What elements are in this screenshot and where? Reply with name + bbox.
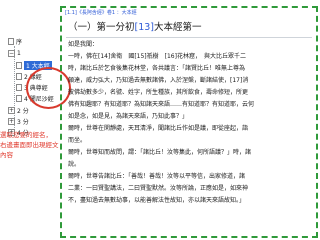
paragraph: 不，盡知過去無數劫事，以能善解法性故知，亦以諸天來語故知。」 [68, 197, 246, 204]
paragraph: 爾時，世尊在閑靜處，天耳清淨，聞諸比丘作如是議，即從座起，詣 [68, 125, 249, 132]
tree-item-3[interactable]: + 3 分 [8, 116, 29, 127]
document-icon [16, 95, 22, 102]
collapse-icon[interactable]: − [8, 50, 15, 57]
title-prefix: （一）第一分初 [68, 22, 135, 33]
expand-icon[interactable]: + [8, 118, 15, 125]
document-icon [16, 62, 22, 69]
tree-item-2[interactable]: + 2 分 [8, 105, 29, 116]
title-ref-link[interactable]: [13] [135, 22, 155, 33]
paragraph: 二業：一曰賢聖講法，二曰賢聖默然。汝等所論，正應如是，如來神 [68, 185, 249, 192]
expand-icon[interactable]: + [8, 107, 15, 114]
paragraph: 佛有知趣耶？有知道耶？為知諸天來語……有知道耶？有知道耶，云何 [68, 101, 255, 108]
tree-item-label: 3 分 [17, 119, 29, 126]
instruction-callout: 選取您要的經名， 右邊畫面即出現經文內容 [0, 130, 62, 160]
tree-item-label: 2 分 [17, 108, 29, 115]
paragraph: 說。 [68, 161, 81, 168]
paragraph: 頗達，威力弘大，乃知過去無數諸佛，入於涅槃，斷諸結使，[17]消 [68, 77, 249, 84]
sutra-content-panel: [1.1]《長阿含經》卷1 ：大本經 （一）第一分初[13]大本經第一 如是我聞… [60, 6, 318, 238]
paragraph: 時，諸比丘於乞食後集花林堂，各共議言：「諸賢比丘！唯無上尊為 [68, 65, 246, 72]
document-title: （一）第一分初[13]大本經第一 [62, 15, 316, 37]
document-header: [1.1]《長阿含經》卷1 ：大本經 [65, 10, 137, 15]
document-icon [8, 38, 14, 45]
tree-root-label: 序 [16, 39, 23, 46]
paragraph: 一時，佛在[14]舍衛 國[15]祇樹 [16]花林窟， 與大比丘眾千二 [68, 53, 246, 60]
tree-root[interactable]: 序 [8, 36, 22, 47]
tree-item-1[interactable]: − 1 [8, 48, 21, 59]
paragraph: 如是我聞： [68, 41, 99, 48]
document-body: 如是我聞： 一時，佛在[14]舍衛 國[15]祇樹 [16]花林窟， 與大比丘眾… [62, 38, 316, 210]
paragraph: 如是念，如是見，為諸天來語，乃知此事？」 [68, 113, 189, 120]
title-suffix: 大本經第一 [154, 22, 202, 33]
paragraph: 爾時，世尊告諸比丘：「善哉！善哉！汝等以平等信，出家修道，諸 [68, 173, 246, 180]
document-icon [16, 84, 22, 91]
paragraph: 爾時，世尊知而故問，謂：「諸比丘！汝等集此，何所語議？」時，諸 [68, 149, 252, 156]
callout-line-2: 右邊畫面即出現經文內容 [0, 141, 59, 159]
document-icon [16, 73, 22, 80]
sutra-tree: 序 − 1 1 大本經 2 緣經 3 典尊經 4 闍尼沙經 + 2 分 + 3 … [4, 36, 71, 140]
paragraph: 而坐。 [68, 137, 87, 144]
callout-line-1: 選取您要的經名， [0, 131, 52, 139]
tree-item-label: 1 [17, 50, 21, 57]
paragraph: 彼佛劫數多少，名號、姓字，所生種族，其所飲食，壽命修短，所更 [68, 89, 249, 96]
